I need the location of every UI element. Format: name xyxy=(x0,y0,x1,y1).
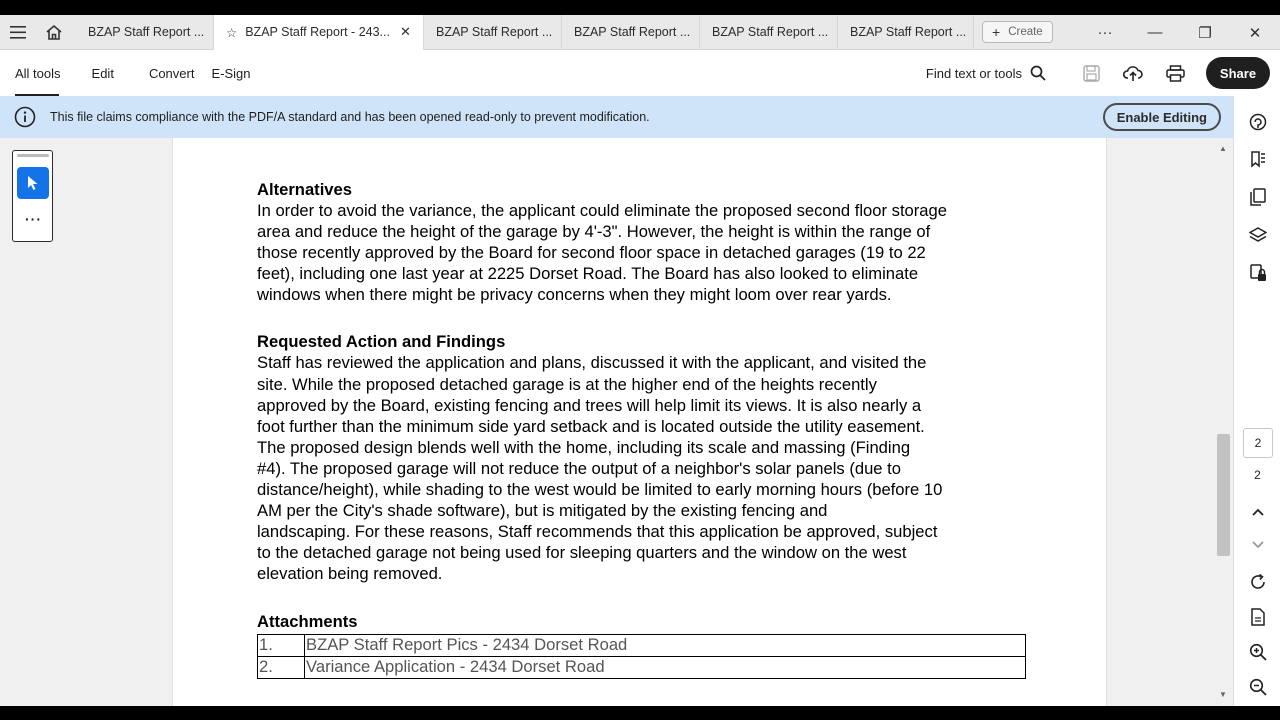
find-label: Find text or tools xyxy=(925,65,1022,81)
document-background xyxy=(1107,138,1213,706)
menu-label: Convert xyxy=(148,65,195,81)
more-options-icon[interactable]: ··· xyxy=(1080,24,1130,41)
ai-assistant-icon[interactable] xyxy=(1234,107,1280,137)
select-tool-icon[interactable] xyxy=(17,167,49,199)
home-icon[interactable] xyxy=(36,15,72,50)
tab-label: BZAP Staff Report - 243... xyxy=(245,25,390,39)
attachments-table: 1. BZAP Staff Report Pics - 2434 Dorset … xyxy=(257,633,1026,679)
alternatives-heading: Alternatives xyxy=(257,180,352,199)
tab-document-5[interactable]: BZAP Staff Report ... xyxy=(700,14,838,50)
tab-document-6[interactable]: BZAP Staff Report ... xyxy=(838,14,974,50)
pdf-page: Alternatives In order to avoid the varia… xyxy=(172,138,1107,706)
attachment-number: 2. xyxy=(257,655,305,679)
share-button[interactable]: Share xyxy=(1206,57,1270,89)
bookmark-icon[interactable] xyxy=(1234,144,1280,174)
menu-esign[interactable]: E-Sign xyxy=(211,50,267,96)
vertical-scrollbar[interactable]: ▲ ▼ xyxy=(1213,138,1233,706)
findings-paragraph: Staff has reviewed the application and p… xyxy=(257,353,943,584)
window-close-icon[interactable]: ✕ xyxy=(1230,24,1280,42)
drag-handle[interactable] xyxy=(17,154,49,157)
attachment-title: Variance Application - 2434 Dorset Road xyxy=(304,655,1026,679)
right-side-panel: 2 2 xyxy=(1233,96,1280,706)
find-text-or-tools[interactable]: Find text or tools xyxy=(926,65,1046,81)
save-icon[interactable] xyxy=(1070,50,1112,96)
tab-label: BZAP Staff Report ... xyxy=(88,25,205,39)
screen-bottom-edge xyxy=(0,706,1280,720)
close-tab-icon[interactable]: ✕ xyxy=(400,24,411,40)
toolbar-right: Find text or tools Share xyxy=(926,50,1280,96)
zoom-out-icon[interactable] xyxy=(1234,672,1280,702)
menu-label: E-Sign xyxy=(211,65,251,81)
attachment-number: 1. xyxy=(257,633,305,657)
previous-page-icon[interactable] xyxy=(1234,497,1280,527)
create-label: Create xyxy=(1008,26,1043,38)
menu-label: Edit xyxy=(91,65,114,81)
zoom-in-icon[interactable] xyxy=(1234,637,1280,667)
alternatives-paragraph: In order to avoid the variance, the appl… xyxy=(257,201,947,305)
protect-document-icon[interactable] xyxy=(1234,258,1280,288)
page-content: Alternatives In order to avoid the varia… xyxy=(257,179,1029,679)
enable-editing-button[interactable]: Enable Editing xyxy=(1102,103,1221,131)
enable-editing-label: Enable Editing xyxy=(1116,109,1207,125)
banner-message: This file claims compliance with the PDF… xyxy=(50,110,650,124)
pdfa-info-banner: This file claims compliance with the PDF… xyxy=(0,96,1233,138)
search-icon xyxy=(1030,65,1046,81)
star-icon[interactable]: ☆ xyxy=(226,25,237,40)
tab-label: BZAP Staff Report ... xyxy=(436,25,553,39)
copy-pages-icon[interactable] xyxy=(1234,182,1280,212)
scrollbar-thumb[interactable] xyxy=(1217,434,1230,556)
minimize-icon[interactable]: — xyxy=(1130,24,1180,41)
next-page-icon[interactable] xyxy=(1234,530,1280,560)
rotate-icon[interactable] xyxy=(1234,567,1280,597)
page-size-icon[interactable] xyxy=(1234,602,1280,632)
tab-label: BZAP Staff Report ... xyxy=(850,25,967,39)
total-pages: 2 xyxy=(1254,468,1261,482)
tab-bar: BZAP Staff Report ... ☆ BZAP Staff Repor… xyxy=(0,14,1280,50)
current-page-field[interactable]: 2 xyxy=(1243,428,1273,458)
current-page-number: 2 xyxy=(1254,436,1262,450)
quick-tools-panel: ··· xyxy=(12,150,53,242)
attachments-heading: Attachments xyxy=(257,611,358,631)
tab-document-4[interactable]: BZAP Staff Report ... xyxy=(562,14,700,50)
tab-document-3[interactable]: BZAP Staff Report ... xyxy=(424,14,562,50)
menu-label: All tools xyxy=(15,65,61,81)
menu-convert[interactable]: Convert xyxy=(131,50,212,96)
attachment-title: BZAP Staff Report Pics - 2434 Dorset Roa… xyxy=(304,633,1026,657)
window-controls: ··· — ❐ ✕ xyxy=(1080,15,1280,50)
tab-document-1[interactable]: BZAP Staff Report ... xyxy=(76,14,214,50)
left-rail: ··· xyxy=(0,138,172,706)
scroll-up-arrow-icon[interactable]: ▲ xyxy=(1213,144,1233,153)
restore-icon[interactable]: ❐ xyxy=(1180,24,1230,42)
print-icon[interactable] xyxy=(1154,50,1196,96)
info-icon xyxy=(0,106,50,128)
tab-label: BZAP Staff Report ... xyxy=(712,25,829,39)
main-toolbar: All tools Edit Convert E-Sign Find text … xyxy=(0,50,1280,96)
screen-top-edge xyxy=(0,0,1280,15)
cloud-upload-icon[interactable] xyxy=(1112,50,1154,96)
more-tools-icon[interactable]: ··· xyxy=(13,211,54,227)
share-label: Share xyxy=(1219,65,1257,81)
scroll-down-arrow-icon[interactable]: ▼ xyxy=(1213,690,1233,699)
menu-all-tools[interactable]: All tools xyxy=(0,50,78,96)
table-row: 2. Variance Application - 2434 Dorset Ro… xyxy=(257,655,1026,679)
plus-icon: + xyxy=(992,24,1001,40)
hamburger-menu-icon[interactable] xyxy=(0,15,36,50)
findings-heading: Requested Action and Findings xyxy=(257,332,506,352)
layers-icon[interactable] xyxy=(1234,220,1280,250)
menu-edit[interactable]: Edit xyxy=(78,50,131,96)
tab-document-2[interactable]: ☆ BZAP Staff Report - 243... ✕ xyxy=(214,14,424,50)
tab-label: BZAP Staff Report ... xyxy=(574,25,691,39)
create-button[interactable]: + Create xyxy=(982,21,1053,43)
table-row: 1. BZAP Staff Report Pics - 2434 Dorset … xyxy=(257,633,1026,657)
